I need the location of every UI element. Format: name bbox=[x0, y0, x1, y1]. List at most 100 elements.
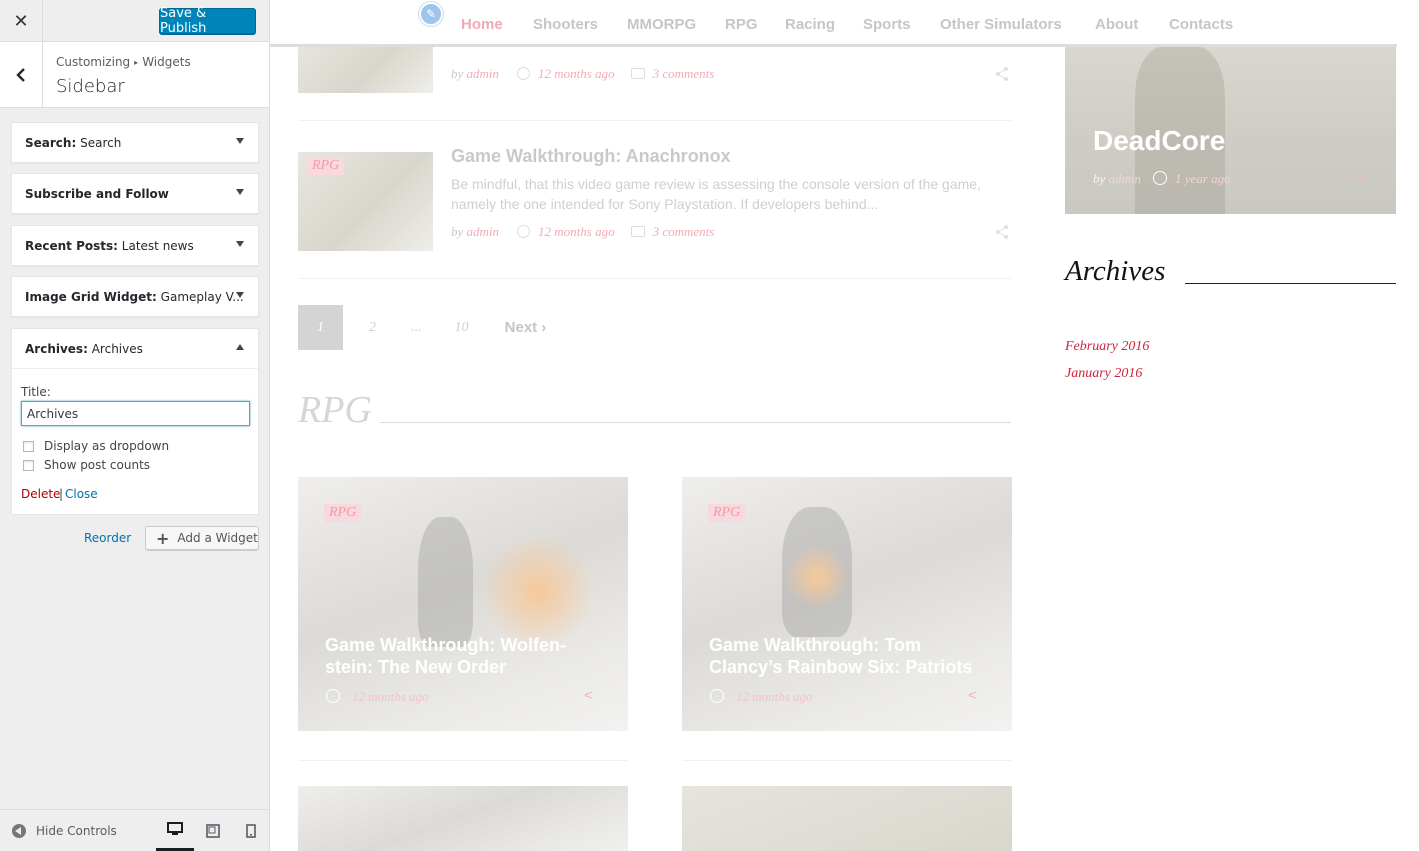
expand-arrow-icon[interactable] bbox=[236, 241, 244, 247]
widget-image-grid[interactable]: Image Grid Widget: Gameplay V... bbox=[11, 276, 259, 317]
display-dropdown-checkbox[interactable] bbox=[23, 440, 34, 452]
by-label: by bbox=[451, 66, 464, 81]
post-divider bbox=[298, 120, 1011, 121]
post-date[interactable]: 12 months ago bbox=[538, 66, 615, 81]
clock-icon bbox=[326, 689, 340, 703]
share-icon[interactable]: < bbox=[584, 687, 593, 704]
breadcrumb-parent: Customizing bbox=[56, 55, 131, 69]
post-author[interactable]: admin bbox=[467, 224, 500, 239]
archives-heading: Archives bbox=[1065, 255, 1166, 287]
breadcrumb-child: Widgets bbox=[142, 55, 191, 69]
card-date[interactable]: 12 months ago bbox=[352, 689, 429, 704]
card-divider bbox=[682, 760, 1012, 761]
delete-link[interactable]: Delete bbox=[21, 487, 60, 501]
by-label: by bbox=[451, 224, 464, 239]
category-tag[interactable]: RPG bbox=[324, 504, 362, 522]
tablet-preview-button[interactable] bbox=[194, 810, 232, 851]
close-icon: ✕ bbox=[13, 10, 29, 31]
tablet-icon bbox=[206, 824, 220, 838]
widget-type: Search bbox=[25, 136, 72, 150]
close-customizer-button[interactable]: ✕ bbox=[0, 0, 43, 42]
widget-recent-posts[interactable]: Recent Posts: Latest news bbox=[11, 225, 259, 266]
card-divider bbox=[298, 760, 628, 761]
hide-controls-button[interactable]: Hide Controls bbox=[12, 824, 117, 838]
share-icon[interactable] bbox=[994, 224, 1010, 240]
close-link[interactable]: Close bbox=[65, 487, 98, 501]
nav-about[interactable]: About bbox=[1095, 16, 1138, 33]
save-publish-button[interactable]: Save & Publish bbox=[159, 6, 256, 36]
widget-subscribe-and-follow[interactable]: Subscribe and Follow bbox=[11, 173, 259, 214]
display-dropdown-option[interactable]: Display as dropdown bbox=[23, 439, 169, 453]
share-icon[interactable] bbox=[994, 66, 1010, 82]
section-heading: RPG bbox=[298, 389, 372, 431]
featured-post[interactable]: DeadCore by admin 1 year ago < bbox=[1065, 47, 1396, 214]
checkbox-label: Display as dropdown bbox=[44, 439, 170, 453]
archive-link[interactable]: January 2016 bbox=[1065, 366, 1142, 382]
customizer-footer: Hide Controls bbox=[0, 809, 269, 851]
nav-shooters[interactable]: Shooters bbox=[533, 16, 598, 33]
expand-arrow-icon[interactable] bbox=[236, 292, 244, 298]
post-meta: by admin 12 months ago 3 comments bbox=[451, 66, 714, 82]
title-input[interactable] bbox=[21, 401, 250, 426]
archives-widget-form: Title: Display as dropdown Show post cou… bbox=[11, 368, 259, 515]
chevron-left-icon bbox=[16, 68, 25, 82]
clock-icon bbox=[710, 689, 724, 703]
post-date[interactable]: 12 months ago bbox=[538, 224, 615, 239]
post-author[interactable]: admin bbox=[467, 66, 500, 81]
featured-meta: by admin 1 year ago bbox=[1093, 171, 1231, 187]
page-10-button[interactable]: 10 bbox=[439, 305, 484, 350]
post-comments[interactable]: 3 comments bbox=[653, 66, 715, 81]
widget-type: Archives bbox=[25, 342, 84, 356]
featured-author[interactable]: admin bbox=[1109, 171, 1142, 186]
card-title[interactable]: Game Walkthrough: Wolfen-stein: The New … bbox=[325, 634, 610, 678]
post-card[interactable]: RPG Game Walkthrough: Wolfen-stein: The … bbox=[298, 477, 628, 731]
widget-archives[interactable]: Archives: Archives bbox=[11, 328, 259, 369]
nav-home[interactable]: Home bbox=[461, 16, 503, 33]
mobile-preview-button[interactable] bbox=[232, 810, 270, 851]
widget-title: Search bbox=[80, 136, 122, 150]
nav-rpg[interactable]: RPG bbox=[725, 16, 758, 33]
reorder-link[interactable]: Reorder bbox=[84, 531, 131, 545]
show-post-counts-option[interactable]: Show post counts bbox=[23, 458, 150, 472]
show-post-counts-checkbox[interactable] bbox=[23, 459, 34, 471]
category-tag[interactable]: RPG bbox=[708, 504, 746, 522]
post-title[interactable]: Game Walkthrough: Anachronox bbox=[451, 146, 731, 167]
card-date[interactable]: 12 months ago bbox=[736, 689, 813, 704]
add-widget-button[interactable]: + Add a Widget bbox=[145, 526, 259, 550]
archive-link[interactable]: February 2016 bbox=[1065, 339, 1149, 355]
back-button[interactable] bbox=[0, 42, 43, 108]
clock-icon bbox=[517, 225, 531, 238]
expand-arrow-icon[interactable] bbox=[236, 189, 244, 195]
next-page-button[interactable]: Next › bbox=[498, 305, 553, 350]
mobile-icon bbox=[246, 824, 256, 838]
page-2-button[interactable]: 2 bbox=[350, 305, 395, 350]
widget-search[interactable]: Search: Search bbox=[11, 122, 259, 163]
category-tag[interactable]: RPG bbox=[307, 157, 345, 175]
link-separator: | bbox=[59, 487, 64, 501]
post-card[interactable]: RPG Game Walkthrough: Tom Clancy’s Rainb… bbox=[682, 477, 1012, 731]
heading-rule bbox=[380, 422, 1011, 423]
hide-controls-label: Hide Controls bbox=[36, 824, 117, 838]
desktop-preview-button[interactable] bbox=[156, 810, 194, 851]
card-meta: 12 months ago bbox=[326, 689, 429, 705]
nav-contacts[interactable]: Contacts bbox=[1169, 16, 1233, 33]
share-icon[interactable]: < bbox=[968, 687, 977, 704]
expand-arrow-icon[interactable] bbox=[236, 138, 244, 144]
collapse-arrow-icon[interactable] bbox=[236, 344, 244, 350]
edit-shortcut-icon[interactable]: ✎ bbox=[419, 2, 443, 26]
site-preview: by admin 12 months ago 3 comments RPG Game… bbox=[270, 0, 1419, 851]
section-title-bar: Customizing ▸ Widgets Sidebar bbox=[0, 42, 269, 108]
nav-other-simulators[interactable]: Other Simulators bbox=[940, 16, 1062, 33]
featured-title[interactable]: DeadCore bbox=[1093, 125, 1225, 157]
post-card[interactable] bbox=[682, 786, 1012, 851]
page-1-button[interactable]: 1 bbox=[298, 305, 343, 350]
card-title[interactable]: Game Walkthrough: Tom Clancy’s Rainbow S… bbox=[709, 634, 994, 678]
featured-date[interactable]: 1 year ago bbox=[1175, 171, 1231, 186]
post-comments[interactable]: 3 comments bbox=[653, 224, 715, 239]
nav-mmorpg[interactable]: MMORPG bbox=[627, 16, 696, 33]
clock-icon bbox=[1153, 171, 1168, 185]
share-icon[interactable]: < bbox=[1357, 169, 1366, 186]
nav-sports[interactable]: Sports bbox=[863, 16, 911, 33]
post-card[interactable] bbox=[298, 786, 628, 851]
nav-racing[interactable]: Racing bbox=[785, 16, 835, 33]
